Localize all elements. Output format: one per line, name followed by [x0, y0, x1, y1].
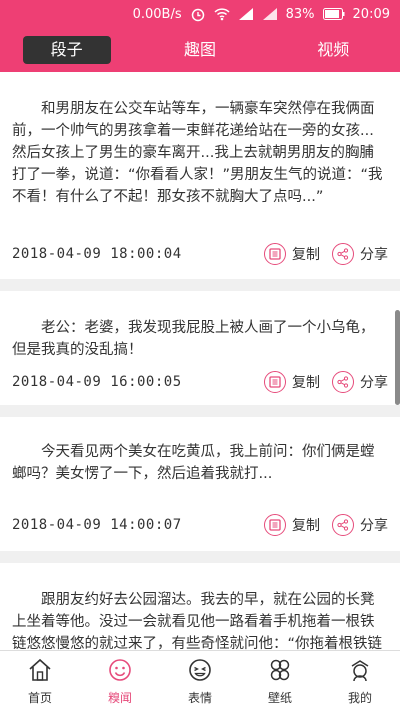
tab-jokes[interactable]: 段子: [22, 36, 111, 64]
share-label: 分享: [360, 518, 388, 534]
list-item: 和男朋友在公交车站等车，一辆豪车突然停在我俩面前，一个帅气的男孩拿着一束鲜花递给…: [0, 72, 400, 279]
signal-icon: [238, 7, 254, 21]
joke-feed[interactable]: 和男朋友在公交车站等车，一辆豪车突然停在我俩面前，一个帅气的男孩拿着一束鲜花递给…: [0, 72, 400, 650]
share-icon: [332, 243, 354, 265]
share-label: 分享: [360, 247, 388, 263]
nav-wallpaper[interactable]: 壁纸: [245, 658, 315, 706]
clock: 20:09: [352, 6, 390, 22]
nav-emoji[interactable]: 表情: [165, 658, 235, 706]
emoji-icon: [187, 658, 213, 685]
post-date: 2018-04-09 14:00:07: [12, 517, 182, 533]
copy-button[interactable]: 复制: [264, 243, 320, 265]
status-bar: 0.00B/s 83% 20:09: [0, 0, 400, 28]
battery-percent: 83%: [285, 6, 315, 22]
share-button[interactable]: 分享: [332, 243, 388, 265]
copy-label: 复制: [292, 247, 320, 263]
nav-news[interactable]: 糗闻: [85, 658, 155, 706]
copy-button[interactable]: 复制: [264, 371, 320, 393]
tab-funny-pics[interactable]: 趣图: [156, 36, 244, 64]
nav-label: 壁纸: [267, 690, 292, 705]
copy-icon: [264, 243, 286, 265]
share-label: 分享: [360, 375, 388, 391]
copy-icon: [264, 371, 286, 393]
smiley-icon: [107, 658, 133, 685]
profile-icon: [347, 658, 373, 685]
copy-label: 复制: [292, 375, 320, 391]
list-item: 老公：老婆，我发现我屁股上被人画了一个小乌龟，但是我真的没乱搞！ 2018-04…: [0, 291, 400, 405]
post-date: 2018-04-09 16:00:05: [12, 374, 182, 390]
list-item: 今天看见两个美女在吃黄瓜，我上前问：你们俩是螳螂吗？美女愣了一下，然后追着我就打…: [0, 417, 400, 551]
category-tabs: 段子 趣图 视频: [0, 28, 400, 72]
list-item: 跟朋友约好去公园溜达。我去的早，就在公园的长凳上坐着等他。没过一会就看见他一路看…: [0, 563, 400, 650]
copy-label: 复制: [292, 518, 320, 534]
wallpaper-icon: [267, 658, 293, 685]
nav-home[interactable]: 首页: [5, 658, 75, 706]
nav-label: 糗闻: [107, 690, 132, 705]
tab-videos[interactable]: 视频: [289, 36, 377, 64]
post-date: 2018-04-09 18:00:04: [12, 246, 182, 262]
copy-icon: [264, 514, 286, 536]
wifi-icon: [214, 7, 230, 21]
post-text: 跟朋友约好去公园溜达。我去的早，就在公园的长凳上坐着等他。没过一会就看见他一路看…: [12, 592, 383, 650]
network-speed: 0.00B/s: [132, 6, 182, 22]
nav-label: 表情: [187, 690, 212, 705]
copy-button[interactable]: 复制: [264, 514, 320, 536]
post-text: 和男朋友在公交车站等车，一辆豪车突然停在我俩面前，一个帅气的男孩拿着一束鲜花递给…: [12, 101, 383, 205]
scrollbar[interactable]: [395, 310, 400, 405]
nav-label: 首页: [27, 690, 52, 705]
nav-profile[interactable]: 我的: [325, 658, 395, 706]
post-text: 今天看见两个美女在吃黄瓜，我上前问：你们俩是螳螂吗？美女愣了一下，然后追着我就打…: [12, 444, 375, 482]
share-icon: [332, 514, 354, 536]
share-button[interactable]: 分享: [332, 514, 388, 536]
battery-icon: [322, 8, 345, 20]
home-icon: [27, 658, 53, 685]
signal-icon: [262, 7, 278, 21]
share-icon: [332, 371, 354, 393]
nav-label: 我的: [347, 690, 372, 705]
post-text: 老公：老婆，我发现我屁股上被人画了一个小乌龟，但是我真的没乱搞！: [12, 320, 375, 358]
bottom-nav: 首页 糗闻 表情 壁纸 我的: [0, 650, 400, 712]
share-button[interactable]: 分享: [332, 371, 388, 393]
alarm-icon: [190, 6, 206, 22]
